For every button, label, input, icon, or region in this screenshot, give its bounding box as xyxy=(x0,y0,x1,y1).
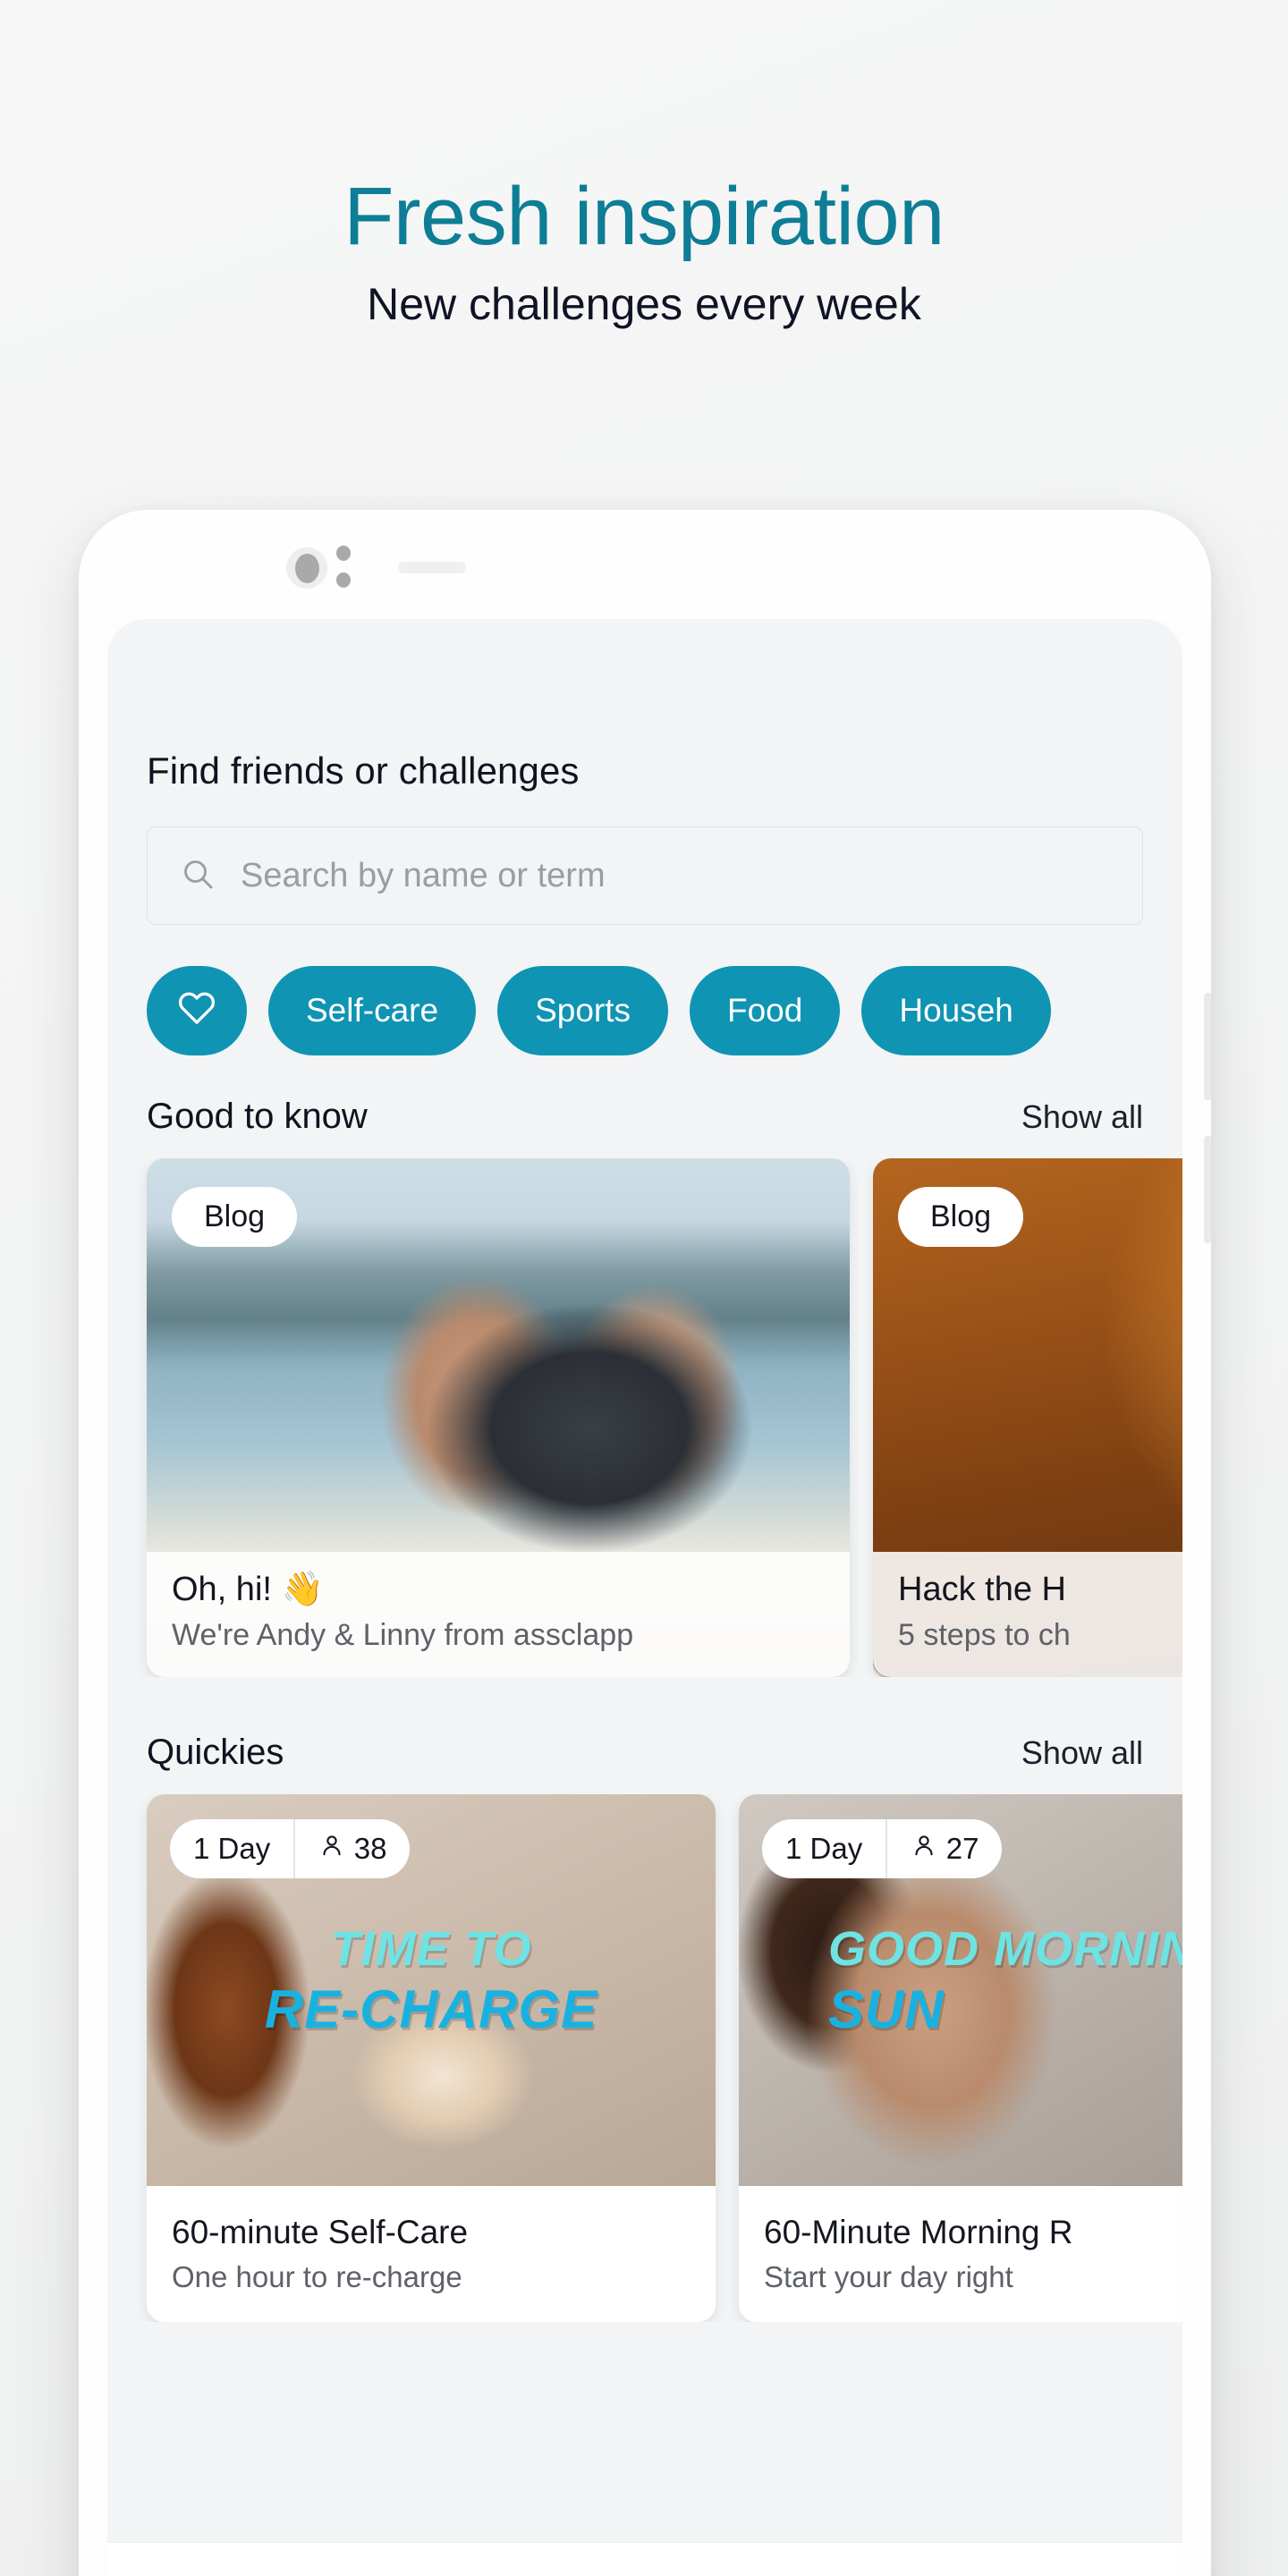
section-title: Good to know xyxy=(147,1097,368,1136)
quickie-participants: 27 xyxy=(887,1832,1003,1866)
quickies-card-row[interactable]: 1 Day 38 TIME TO RE-CHARGE 60-minute Sel… xyxy=(107,1794,1182,2322)
category-chip-list[interactable]: Self-care Sports Food Househ xyxy=(107,966,1182,1055)
blog-card-caption: Oh, hi! 👋 We're Andy & Linny from asscla… xyxy=(147,1551,850,1677)
show-all-link-quickies[interactable]: Show all xyxy=(1021,1734,1143,1772)
earpiece-speaker xyxy=(398,562,466,573)
find-heading: Find friends or challenges xyxy=(147,750,580,792)
quickie-participants-count: 27 xyxy=(945,1832,979,1865)
nav-settings[interactable] xyxy=(1008,2554,1101,2576)
phone-side-button-volume-down xyxy=(1204,1136,1211,1243)
nav-search[interactable] xyxy=(394,2554,487,2576)
promo-title: Fresh inspiration xyxy=(343,171,945,262)
quickie-participants-count: 38 xyxy=(353,1832,387,1865)
nav-profile[interactable] xyxy=(803,2554,896,2576)
quickie-image-overlay-text: TIME TO RE-CHARGE xyxy=(147,1921,716,2040)
nav-home[interactable] xyxy=(189,2554,282,2576)
home-icon xyxy=(209,2572,261,2576)
quickie-duration: 1 Day xyxy=(193,1832,271,1865)
quickie-card-caption: 60-minute Self-Care One hour to re-charg… xyxy=(147,2193,716,2322)
search-placeholder: Search by name or term xyxy=(241,856,606,894)
quickie-card[interactable]: 1 Day 27 GOOD MORNI SUN 60-Minute Mornin… xyxy=(739,1794,1182,2322)
gear-icon xyxy=(1029,2572,1080,2576)
overlay-line-1: TIME TO xyxy=(330,1922,532,1976)
quickie-duration: 1 Day xyxy=(785,1832,863,1865)
overlay-line-2: SUN xyxy=(828,1979,945,2039)
camera-lens-icon xyxy=(286,547,327,589)
quickie-image-overlay-text: GOOD MORNING SUN xyxy=(739,1921,1182,2040)
blog-card-title: Hack the H xyxy=(898,1570,1066,1608)
quickie-card-subtitle: Start your day right xyxy=(764,2260,1013,2294)
blog-card[interactable]: Blog Oh, hi! 👋 We're Andy & Linny from a… xyxy=(147,1158,850,1677)
quickie-card-subtitle: One hour to re-charge xyxy=(172,2260,462,2294)
section-header-good-to-know: Good to know Show all xyxy=(107,1097,1182,1137)
app-scroll-area[interactable]: Find friends or challenges Search by nam… xyxy=(107,619,1182,2542)
person-icon xyxy=(824,2572,876,2576)
search-section: Find friends or challenges Search by nam… xyxy=(107,750,1182,925)
chip-sports[interactable]: Sports xyxy=(497,966,668,1055)
quickie-card-caption: 60-Minute Morning R Start your day right xyxy=(739,2193,1182,2322)
quickie-card-title: 60-minute Self-Care xyxy=(172,2214,469,2251)
chip-household[interactable]: Househ xyxy=(861,966,1051,1055)
promo-stage: Fresh inspiration New challenges every w… xyxy=(0,0,1288,2576)
medal-icon xyxy=(619,2572,671,2576)
promo-subtitle: New challenges every week xyxy=(367,279,921,329)
quickie-card-title: 60-Minute Morning R xyxy=(764,2214,1073,2251)
app-screen: Find friends or challenges Search by nam… xyxy=(107,619,1182,2576)
quickie-meta-badge: 1 Day 38 xyxy=(170,1819,411,1878)
person-icon xyxy=(911,1832,937,1866)
quickie-meta-badge: 1 Day 27 xyxy=(762,1819,1003,1878)
search-icon xyxy=(180,856,216,896)
blog-card-subtitle: 5 steps to ch xyxy=(898,1618,1071,1653)
overlay-line-1: GOOD MORNING xyxy=(828,1922,1182,1976)
blog-card-title: Oh, hi! 👋 xyxy=(172,1570,324,1608)
blog-badge: Blog xyxy=(172,1187,298,1247)
blog-card-subtitle: We're Andy & Linny from assclapp xyxy=(172,1618,634,1653)
bottom-navigation[interactable] xyxy=(107,2542,1182,2576)
promo-header: Fresh inspiration New challenges every w… xyxy=(0,0,1288,328)
search-input[interactable]: Search by name or term xyxy=(147,826,1143,925)
overlay-line-2: RE-CHARGE xyxy=(264,1979,598,2039)
person-icon xyxy=(318,1832,345,1866)
blog-badge: Blog xyxy=(898,1187,1024,1247)
search-icon xyxy=(414,2572,466,2576)
good-to-know-card-row[interactable]: Blog Oh, hi! 👋 We're Andy & Linny from a… xyxy=(107,1158,1182,1677)
show-all-link-good-to-know[interactable]: Show all xyxy=(1021,1098,1143,1136)
phone-mockup: Find friends or challenges Search by nam… xyxy=(79,510,1211,2576)
section-title: Quickies xyxy=(147,1733,284,1772)
phone-bezel-top xyxy=(79,510,1211,619)
chip-favorites[interactable] xyxy=(147,966,247,1055)
blog-card[interactable]: Blog Hack the H 5 steps to ch xyxy=(873,1158,1182,1677)
heart-icon xyxy=(174,985,219,1038)
quickie-card[interactable]: 1 Day 38 TIME TO RE-CHARGE 60-minute Sel… xyxy=(147,1794,716,2322)
chip-self-care[interactable]: Self-care xyxy=(268,966,477,1055)
blog-card-caption: Hack the H 5 steps to ch xyxy=(873,1551,1182,1677)
nav-challenges[interactable] xyxy=(598,2554,691,2576)
section-header-quickies: Quickies Show all xyxy=(107,1733,1182,1773)
quickie-participants: 38 xyxy=(295,1832,411,1866)
camera-sensor-dots-icon xyxy=(336,546,351,599)
chip-food[interactable]: Food xyxy=(690,966,841,1055)
phone-side-button-volume-up xyxy=(1204,993,1211,1100)
